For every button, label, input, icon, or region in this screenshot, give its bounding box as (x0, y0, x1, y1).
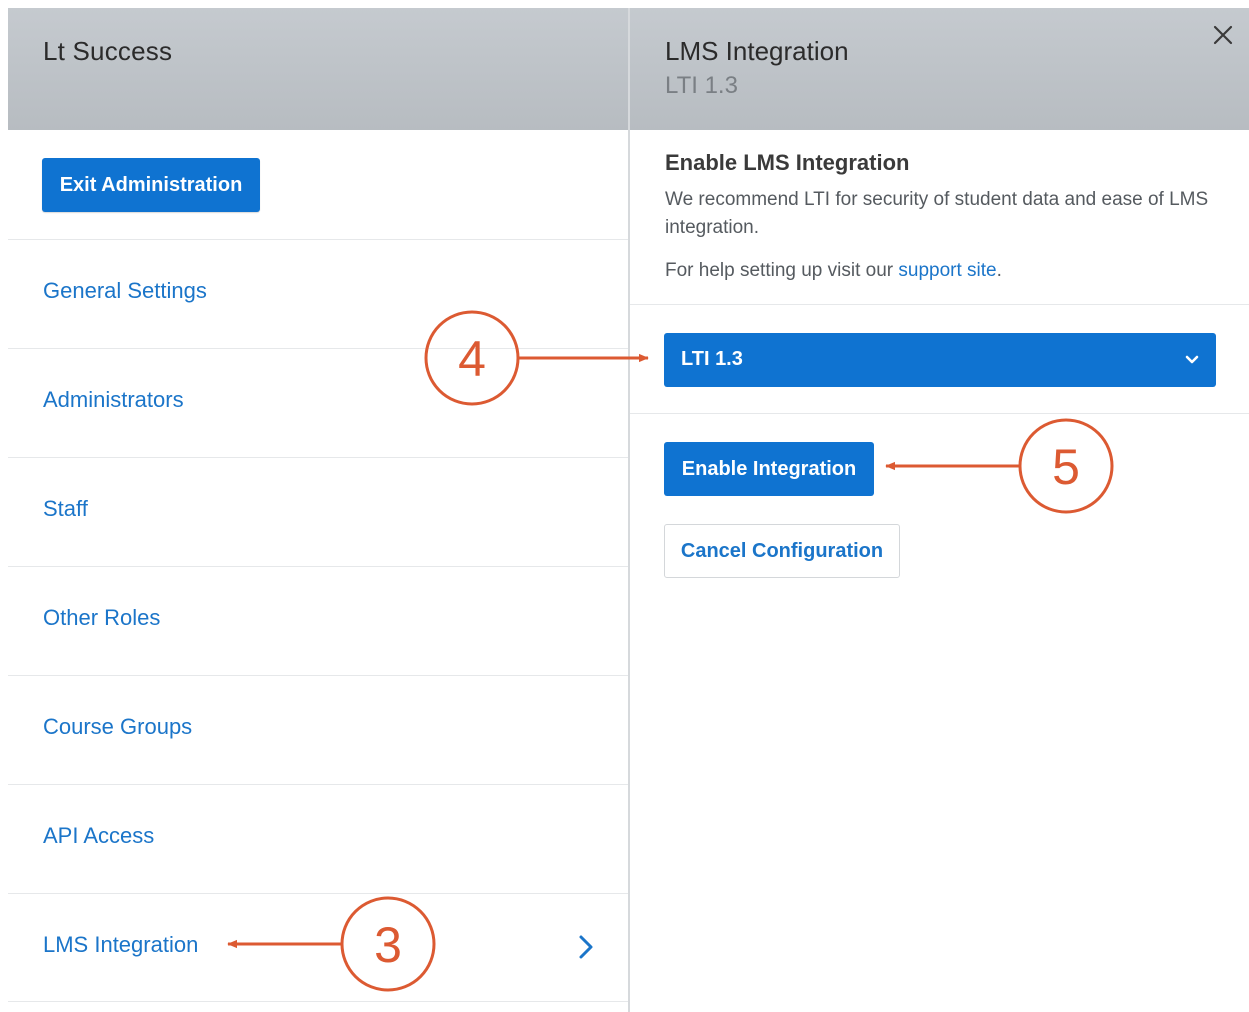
organization-title: Lt Success (43, 36, 173, 66)
exit-administration-button[interactable]: Exit Administration (42, 158, 260, 212)
nav-item-staff[interactable]: Staff (8, 457, 628, 565)
help-suffix: . (996, 260, 1002, 281)
nav-item-lms-integration[interactable]: LMS Integration (8, 893, 628, 1002)
nav-item-label: General Settings (43, 278, 207, 303)
nav-item-other-roles[interactable]: Other Roles (8, 566, 628, 674)
panel-title: LMS Integration (665, 36, 849, 66)
section-divider (630, 304, 1249, 305)
nav-item-label: LMS Integration (43, 932, 199, 957)
section-divider (630, 413, 1249, 414)
sidebar-header: Lt Success (8, 8, 628, 130)
lms-integration-panel: LMS Integration LTI 1.3 Enable LMS Integ… (630, 8, 1249, 1012)
admin-window: Lt Success Exit Administration General S… (8, 8, 1249, 1012)
help-text: For help setting up visit our support si… (665, 260, 1002, 282)
chevron-down-icon (1185, 355, 1199, 364)
lti-version-select[interactable]: LTI 1.3 (664, 333, 1216, 387)
nav-item-label: Course Groups (43, 714, 193, 739)
nav-item-api-access[interactable]: API Access (8, 784, 628, 892)
nav-item-label: API Access (43, 823, 155, 848)
support-site-link[interactable]: support site (898, 260, 996, 281)
panel-header: LMS Integration LTI 1.3 (630, 8, 1249, 130)
integration-description: We recommend LTI for security of student… (665, 189, 1209, 238)
nav-item-label: Staff (43, 496, 88, 521)
section-heading: Enable LMS Integration (665, 150, 910, 175)
nav-item-general-settings[interactable]: General Settings (8, 239, 628, 347)
panel-subtitle: LTI 1.3 (665, 72, 738, 99)
select-value: LTI 1.3 (681, 348, 743, 370)
help-prefix: For help setting up visit our (665, 260, 899, 281)
nav-item-label: Other Roles (43, 605, 161, 630)
admin-sidebar: Lt Success Exit Administration General S… (8, 8, 628, 1012)
chevron-right-icon (579, 935, 593, 959)
nav-item-course-groups[interactable]: Course Groups (8, 675, 628, 783)
cancel-configuration-button[interactable]: Cancel Configuration (664, 524, 900, 578)
close-icon[interactable] (1210, 22, 1236, 48)
nav-item-administrators[interactable]: Administrators (8, 348, 628, 456)
enable-integration-button[interactable]: Enable Integration (664, 442, 874, 496)
nav-item-label: Administrators (43, 387, 184, 412)
